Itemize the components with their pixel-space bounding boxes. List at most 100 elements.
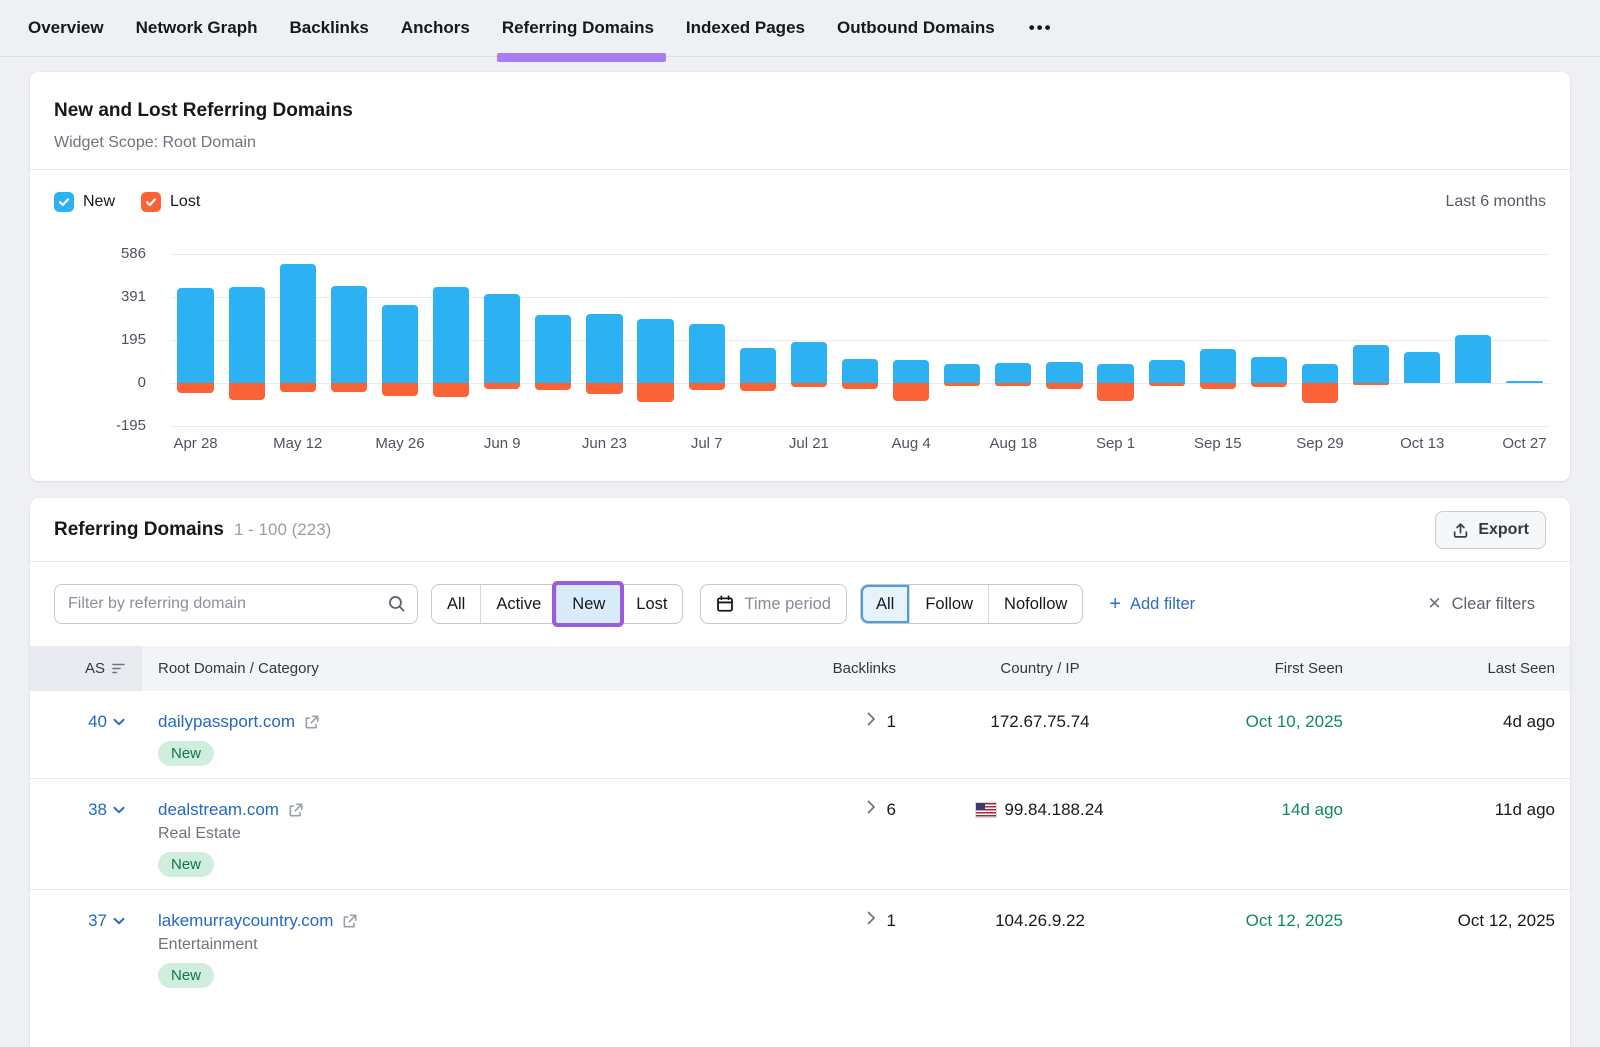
- column-as[interactable]: AS: [30, 646, 142, 691]
- bar-new-aug-11[interactable]: [944, 364, 980, 383]
- bar-new-sep-1[interactable]: [1097, 364, 1133, 383]
- nav-tab-network-graph[interactable]: Network Graph: [136, 0, 258, 57]
- legend-new-toggle[interactable]: New: [54, 192, 115, 212]
- status-filter-active[interactable]: Active: [480, 585, 556, 623]
- bar-lost-jun-9[interactable]: [484, 383, 520, 389]
- expand-chevron-right-icon[interactable]: [867, 911, 876, 925]
- external-link-icon[interactable]: [304, 715, 319, 730]
- as-score-dropdown[interactable]: 38: [88, 800, 125, 820]
- bar-new-jul-7[interactable]: [689, 324, 725, 383]
- status-filter-all[interactable]: All: [432, 585, 480, 623]
- bar-lost-jul-21[interactable]: [791, 383, 827, 387]
- bar-lost-jul-28[interactable]: [842, 383, 878, 389]
- bar-new-may-26[interactable]: [382, 305, 418, 383]
- bar-lost-jun-16[interactable]: [535, 383, 571, 390]
- nav-more-button[interactable]: •••: [1029, 18, 1053, 38]
- bar-lost-aug-18[interactable]: [995, 383, 1031, 386]
- nav-tab-backlinks[interactable]: Backlinks: [289, 0, 368, 57]
- x-tick-label: Apr 28: [173, 435, 217, 452]
- bar-new-aug-4[interactable]: [893, 360, 929, 383]
- bar-lost-may-19[interactable]: [331, 383, 367, 392]
- follow-filter-nofollow[interactable]: Nofollow: [988, 585, 1082, 623]
- search-icon[interactable]: [387, 594, 406, 613]
- status-filter-lost[interactable]: Lost: [620, 585, 682, 623]
- bar-lost-sep-22[interactable]: [1251, 383, 1287, 387]
- new-status-badge: New: [158, 963, 214, 988]
- nav-tab-outbound-domains[interactable]: Outbound Domains: [837, 0, 995, 57]
- legend-lost-toggle[interactable]: Lost: [141, 192, 200, 212]
- clear-filters-button[interactable]: ✕ Clear filters: [1427, 594, 1535, 614]
- bar-new-jul-21[interactable]: [791, 342, 827, 383]
- bar-new-jul-28[interactable]: [842, 359, 878, 383]
- domain-link[interactable]: dailypassport.com: [158, 712, 295, 732]
- expand-chevron-right-icon[interactable]: [867, 712, 876, 726]
- nav-tab-indexed-pages[interactable]: Indexed Pages: [686, 0, 805, 57]
- bar-new-may-5[interactable]: [229, 287, 265, 383]
- x-tick-label: Oct 13: [1400, 435, 1444, 452]
- bar-lost-jul-7[interactable]: [689, 383, 725, 390]
- nav-tab-overview[interactable]: Overview: [28, 0, 104, 57]
- bar-lost-sep-29[interactable]: [1302, 383, 1338, 403]
- domain-filter-input[interactable]: [54, 584, 418, 624]
- table-column-header: AS Root Domain / Category Backlinks Coun…: [30, 646, 1570, 691]
- add-filter-button[interactable]: + Add filter: [1109, 594, 1195, 614]
- chart-legend: New Lost Last 6 months: [30, 170, 1570, 212]
- bar-new-sep-15[interactable]: [1200, 349, 1236, 383]
- bar-new-sep-22[interactable]: [1251, 357, 1287, 383]
- bar-new-sep-29[interactable]: [1302, 364, 1338, 383]
- bar-new-apr-28[interactable]: [177, 288, 213, 383]
- bar-lost-jul-14[interactable]: [740, 383, 776, 391]
- as-score-dropdown[interactable]: 37: [88, 911, 125, 931]
- bar-new-sep-8[interactable]: [1149, 360, 1185, 383]
- bar-lost-aug-25[interactable]: [1046, 383, 1082, 389]
- follow-filter-follow[interactable]: Follow: [909, 585, 988, 623]
- bar-new-jun-9[interactable]: [484, 294, 520, 383]
- bar-new-aug-18[interactable]: [995, 363, 1031, 383]
- x-tick-label: Oct 27: [1502, 435, 1546, 452]
- bar-new-aug-25[interactable]: [1046, 362, 1082, 383]
- as-score-dropdown[interactable]: 40: [88, 712, 125, 732]
- domain-link[interactable]: dealstream.com: [158, 800, 279, 820]
- bar-lost-apr-28[interactable]: [177, 383, 213, 393]
- external-link-icon[interactable]: [342, 914, 357, 929]
- bar-new-may-12[interactable]: [280, 264, 316, 383]
- domain-link[interactable]: lakemurraycountry.com: [158, 911, 333, 931]
- bar-lost-may-26[interactable]: [382, 383, 418, 396]
- bar-lost-jun-2[interactable]: [433, 383, 469, 397]
- bar-lost-aug-11[interactable]: [944, 383, 980, 386]
- follow-filter-all[interactable]: All: [861, 585, 909, 623]
- chart-range-label: Last 6 months: [1446, 193, 1547, 211]
- bar-lost-sep-8[interactable]: [1149, 383, 1185, 386]
- bar-new-oct-13[interactable]: [1404, 352, 1440, 383]
- bar-new-may-19[interactable]: [331, 286, 367, 383]
- bar-new-jul-14[interactable]: [740, 348, 776, 383]
- bar-new-jun-30[interactable]: [637, 319, 673, 383]
- new-checkbox-checked-icon[interactable]: [54, 192, 74, 212]
- x-tick-label: Aug 4: [892, 435, 931, 452]
- bar-lost-jun-23[interactable]: [586, 383, 622, 394]
- bar-lost-may-5[interactable]: [229, 383, 265, 400]
- bar-new-oct-27[interactable]: [1506, 381, 1542, 383]
- bar-new-jun-16[interactable]: [535, 315, 571, 383]
- expand-chevron-right-icon[interactable]: [867, 800, 876, 814]
- external-link-icon[interactable]: [288, 803, 303, 818]
- lost-checkbox-checked-icon[interactable]: [141, 192, 161, 212]
- sort-icon[interactable]: [112, 663, 125, 674]
- bar-new-jun-23[interactable]: [586, 314, 622, 383]
- nav-tab-referring-domains[interactable]: Referring Domains: [502, 0, 654, 57]
- time-period-button[interactable]: Time period: [700, 584, 847, 624]
- nav-tab-anchors[interactable]: Anchors: [401, 0, 470, 57]
- bar-new-jun-2[interactable]: [433, 287, 469, 383]
- x-tick-label: Sep 1: [1096, 435, 1135, 452]
- bar-lost-sep-15[interactable]: [1200, 383, 1236, 389]
- bar-new-oct-6[interactable]: [1353, 345, 1389, 384]
- bar-lost-sep-1[interactable]: [1097, 383, 1133, 401]
- bar-lost-may-12[interactable]: [280, 383, 316, 392]
- bar-lost-aug-4[interactable]: [893, 383, 929, 401]
- bar-lost-oct-6[interactable]: [1353, 383, 1389, 385]
- bar-new-oct-20[interactable]: [1455, 335, 1491, 383]
- status-filter-new[interactable]: New: [556, 585, 620, 623]
- export-button[interactable]: Export: [1435, 511, 1546, 549]
- column-backlinks: Backlinks: [750, 646, 910, 691]
- bar-lost-jun-30[interactable]: [637, 383, 673, 402]
